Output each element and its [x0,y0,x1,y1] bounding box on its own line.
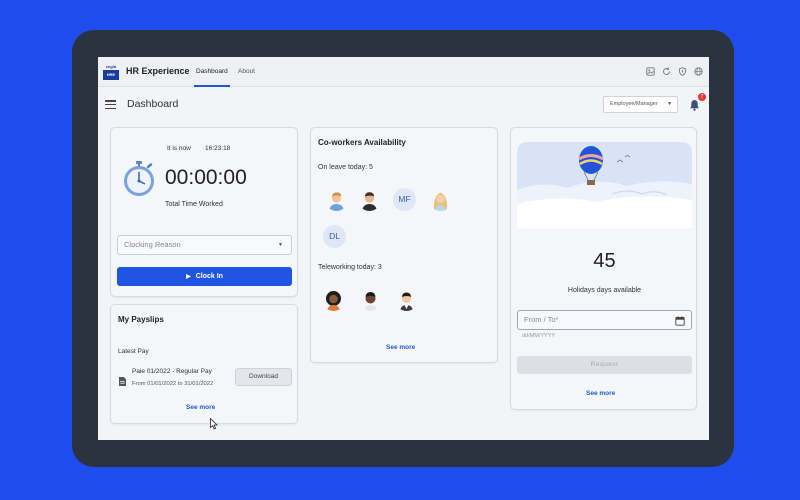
coworker-initials-avatar[interactable]: DL [323,225,346,248]
globe-icon[interactable] [694,67,703,76]
date-format-hint: dd/MM/YYYY [522,333,556,339]
refresh-icon[interactable] [662,67,671,76]
stopwatch-icon [121,160,157,198]
chevron-down-icon: ▼ [667,101,672,107]
notification-badge: 7 [698,93,706,101]
date-range-input[interactable]: From / To* [517,310,692,330]
logo-text-top: cegid [105,64,117,69]
document-icon [119,373,126,386]
current-time: 16:23:18 [205,145,231,152]
app-screen: cegid HRE HR Experience Dashboard About … [98,57,709,440]
payslips-title: My Payslips [118,315,164,324]
page-header: Dashboard Employee/Manager ▼ 7 [98,88,709,120]
chevron-down-icon: ▼ [278,242,283,248]
elapsed-timer: 00:00:00 [165,166,247,189]
hamburger-menu-icon[interactable] [105,100,116,110]
clock-in-button[interactable]: ▶ Clock In [117,267,292,286]
tab-dashboard[interactable]: Dashboard [196,68,228,75]
shield-icon[interactable] [678,67,687,76]
time-clock-card: It is now 16:23:18 00:00:00 Total Time W… [110,127,298,297]
clocking-reason-select[interactable]: Clocking Reason ▼ [117,235,292,255]
payslips-see-more-link[interactable]: See more [186,404,215,411]
coworker-initials-avatar[interactable]: MF [393,188,416,211]
payslips-card: My Payslips Latest Pay Paie 01/2022 - Re… [110,304,298,424]
coworkers-card: Co-workers Availability On leave today: … [310,127,498,363]
coworker-avatar[interactable] [395,288,418,311]
payslip-title: Paie 01/2022 - Regular Pay [132,368,212,375]
mouse-cursor-icon [210,417,218,430]
holidays-card: 45 Holidays days available From / To* dd… [510,127,697,410]
app-title: HR Experience [126,66,190,76]
coworkers-see-more-link[interactable]: See more [386,344,415,351]
tab-about[interactable]: About [238,68,255,75]
coworker-avatar[interactable] [358,188,381,211]
payslip-range: From 01/01/2022 to 31/01/2022 [132,381,214,387]
holidays-label: Holidays days available [567,287,642,294]
request-button[interactable]: Request [517,356,692,374]
calendar-icon[interactable] [675,315,685,326]
play-icon: ▶ [186,274,191,280]
role-select[interactable]: Employee/Manager ▼ [603,96,678,113]
top-bar: cegid HRE HR Experience Dashboard About [98,57,709,87]
coworker-avatar[interactable] [322,288,345,311]
date-range-placeholder: From / To* [524,315,559,324]
coworker-avatar[interactable] [325,188,348,211]
download-button[interactable]: Download [235,368,292,386]
balloon-illustration [517,142,692,228]
clock-in-label: Clock In [195,273,223,280]
teleworking-label: Teleworking today: 3 [318,264,382,271]
holidays-see-more-link[interactable]: See more [586,390,615,397]
holidays-count: 45 [593,250,616,272]
total-time-worked-label: Total Time Worked [165,201,223,208]
image-icon[interactable] [646,67,655,76]
on-leave-label: On leave today: 5 [318,164,373,171]
coworker-avatar[interactable] [359,288,382,311]
coworker-avatar[interactable] [429,188,452,211]
coworkers-title: Co-workers Availability [318,138,406,147]
page-title: Dashboard [127,98,179,110]
logo-text-bottom: HRE [103,70,119,80]
it-is-now-label: It is now [167,145,191,152]
app-logo: cegid HRE [103,64,119,81]
latest-pay-label: Latest Pay [118,348,149,355]
clocking-reason-placeholder: Clocking Reason [124,240,181,249]
active-tab-indicator [194,85,230,87]
role-select-value: Employee/Manager [610,101,658,107]
